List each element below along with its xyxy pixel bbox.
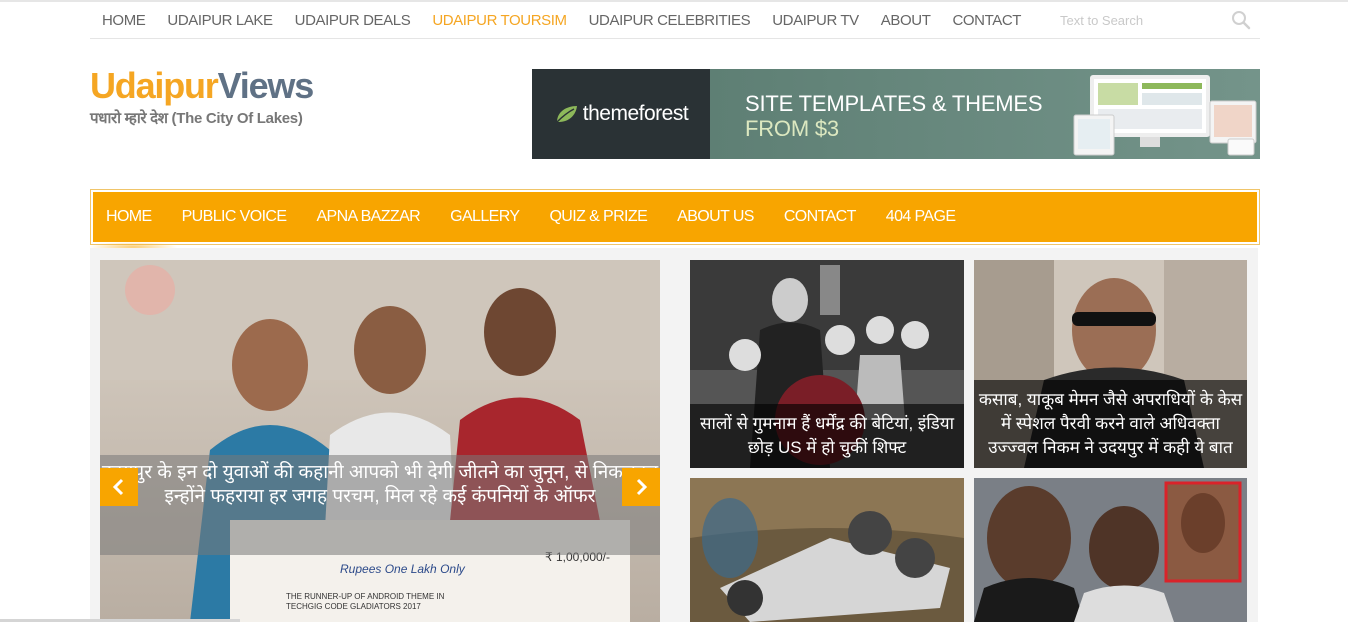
- topnav-udaipur-celebrities[interactable]: UDAIPUR CELEBRITIES: [589, 12, 751, 29]
- chevron-left-icon: [112, 478, 124, 496]
- banner-ad[interactable]: themeforest SITE TEMPLATES & THEMES FROM…: [532, 69, 1260, 159]
- news-card-4[interactable]: [974, 478, 1247, 622]
- mainnav-public-voice[interactable]: PUBLIC VOICE: [182, 208, 287, 226]
- topnav-udaipur-lake[interactable]: UDAIPUR LAKE: [167, 12, 273, 29]
- banner-line-1: SITE TEMPLATES & THEMES: [745, 91, 1043, 116]
- mainnav-404-page[interactable]: 404 PAGE: [886, 208, 956, 226]
- chevron-right-icon: [636, 478, 648, 496]
- mainnav-gallery[interactable]: GALLERY: [450, 208, 520, 226]
- themeforest-leaf-icon: [556, 106, 577, 123]
- check-for-line: THE RUNNER-UP OF ANDROID THEME IN TECHGI…: [286, 592, 445, 611]
- topnav-home[interactable]: HOME: [102, 12, 146, 29]
- mainnav-home[interactable]: HOME: [106, 208, 152, 226]
- news-card-2[interactable]: कसाब, याकूब मेमन जैसे अपराधियों के केस म…: [974, 260, 1247, 468]
- search-box: [1060, 8, 1260, 32]
- mainnav-about-us[interactable]: ABOUT US: [677, 208, 754, 226]
- logo-part-udaipur: Udaipur: [90, 65, 219, 106]
- search-input[interactable]: [1060, 12, 1230, 28]
- featured-slider[interactable]: ₹ 1,00,000/- Rupees One Lakh Only THE RU…: [100, 260, 660, 622]
- logo-text: UdaipurViews: [90, 65, 315, 106]
- site-tagline: पधारो म्हारे देश (The City Of Lakes): [90, 110, 303, 127]
- card-1-caption[interactable]: सालों से गुमनाम हैं धर्मेंद्र की बेटियां…: [690, 404, 964, 468]
- news-card-3[interactable]: [690, 478, 964, 622]
- topnav-udaipur-tourism[interactable]: UDAIPUR TOURSIM: [432, 12, 567, 29]
- mainnav-apna-bazzar[interactable]: APNA BAZZAR: [316, 208, 420, 226]
- mainnav-quiz-prize[interactable]: QUIZ & PRIZE: [549, 208, 647, 226]
- topnav-about[interactable]: ABOUT: [881, 12, 931, 29]
- banner-line-2: FROM $3: [745, 116, 839, 141]
- slider-prev-button[interactable]: [100, 468, 138, 506]
- devices-image: [1073, 75, 1257, 156]
- card-3-photo: [690, 478, 964, 622]
- topnav-udaipur-tv[interactable]: UDAIPUR TV: [772, 12, 859, 29]
- site-logo[interactable]: UdaipurViews पधारो म्हारे देश (The City …: [90, 65, 315, 128]
- slider-next-button[interactable]: [622, 468, 660, 506]
- themeforest-label: themeforest: [582, 102, 689, 125]
- main-navigation: HOME PUBLIC VOICE APNA BAZZAR GALLERY QU…: [90, 189, 1260, 245]
- mainnav-contact[interactable]: CONTACT: [784, 208, 857, 226]
- logo-part-views: Views: [217, 65, 315, 106]
- topnav-udaipur-deals[interactable]: UDAIPUR DEALS: [295, 12, 411, 29]
- check-words: Rupees One Lakh Only: [340, 562, 465, 576]
- search-icon[interactable]: [1230, 9, 1252, 31]
- news-card-1[interactable]: सालों से गुमनाम हैं धर्मेंद्र की बेटियां…: [690, 260, 964, 468]
- card-2-caption[interactable]: कसाब, याकूब मेमन जैसे अपराधियों के केस म…: [974, 380, 1247, 468]
- card-4-photo: [974, 478, 1247, 622]
- themeforest-brand: themeforest: [532, 69, 710, 159]
- banner-headline: SITE TEMPLATES & THEMES FROM $3: [745, 91, 1043, 141]
- topnav-contact[interactable]: CONTACT: [952, 12, 1021, 29]
- top-navigation: HOME UDAIPUR LAKE UDAIPUR DEALS UDAIPUR …: [90, 2, 1260, 39]
- slide-caption[interactable]: उदयपुर के इन दो युवाओं की कहानी आपको भी …: [100, 455, 660, 555]
